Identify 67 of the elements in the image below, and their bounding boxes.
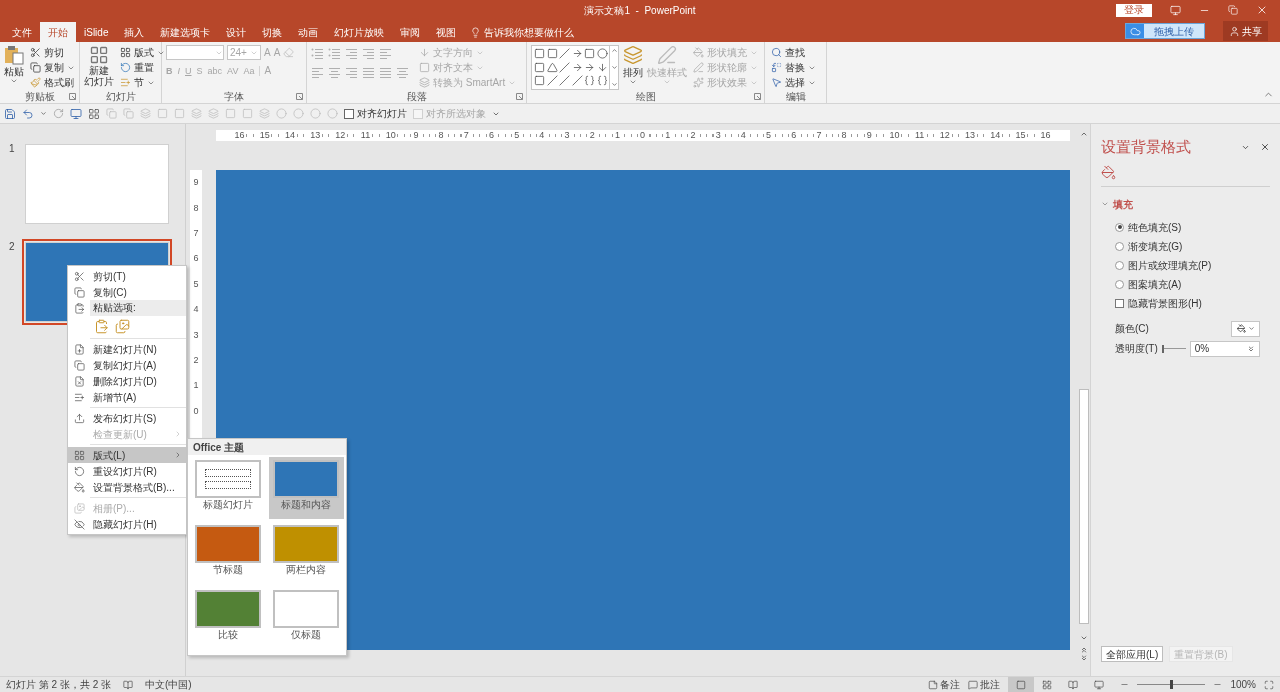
ruler-number: 4 xyxy=(193,305,199,315)
ruler-number: 6 xyxy=(790,130,798,141)
ruler-number: 3 xyxy=(193,330,199,340)
slide-number: 2 xyxy=(8,240,16,254)
ruler-number: 12 xyxy=(938,130,951,141)
ruler-number: 1 xyxy=(613,130,621,141)
checkbox-label: 对齐所选对象 xyxy=(426,107,486,121)
ruler-number: 0 xyxy=(193,406,199,416)
group-label: 段落 xyxy=(406,91,427,102)
ruler-number: 4 xyxy=(739,130,747,141)
ruler-number: 4 xyxy=(538,130,546,141)
ruler-number: 16 xyxy=(1039,130,1052,141)
group-label: 剪贴板 xyxy=(24,91,55,102)
ruler-number: 7 xyxy=(815,130,823,141)
ruler-number: 16 xyxy=(233,130,246,141)
ruler-number: 14 xyxy=(283,130,296,141)
radio-label: 图片或纹理填充(P) xyxy=(1128,258,1212,273)
ruler-number: 3 xyxy=(563,130,571,141)
ruler-number: 9 xyxy=(412,130,420,141)
ruler-number: 5 xyxy=(193,279,199,289)
group-label: 幻灯片 xyxy=(105,91,136,102)
menu-header: 粘贴选项: xyxy=(90,300,186,316)
ruler-number: 1 xyxy=(193,381,199,391)
checkbox-label: 隐藏背景图形(H) xyxy=(1128,296,1202,311)
radio-label: 纯色填充(S) xyxy=(1128,220,1182,235)
checkbox-label: 对齐幻灯片 xyxy=(357,107,407,121)
slide-count: 幻灯片 第 2 张，共 2 张 xyxy=(6,678,111,692)
ruler-number: 15 xyxy=(1014,130,1027,141)
ruler-number: 14 xyxy=(989,130,1002,141)
ruler-number: 12 xyxy=(334,130,347,141)
ruler-number: 8 xyxy=(193,203,199,213)
new-slide-label: 新建 xyxy=(89,65,109,76)
ruler-number: 1 xyxy=(664,130,672,141)
slide-number: 1 xyxy=(8,142,16,156)
ruler-number: 2 xyxy=(193,355,199,365)
ruler-number: 3 xyxy=(714,130,722,141)
ruler-number: 13 xyxy=(964,130,977,141)
ruler-number: 8 xyxy=(840,130,848,141)
radio-label: 渐变填充(G) xyxy=(1128,239,1183,254)
group-label: 编辑 xyxy=(785,91,806,102)
ruler-number: 6 xyxy=(487,130,495,141)
new-slide-label: 幻灯片 xyxy=(84,76,114,87)
color-label: 颜色(C) xyxy=(1115,322,1149,336)
ruler-number: 10 xyxy=(888,130,901,141)
ruler-number: 9 xyxy=(865,130,873,141)
ruler-number: 7 xyxy=(462,130,470,141)
radio-label: 图案填充(A) xyxy=(1128,277,1182,292)
ruler-number: 5 xyxy=(513,130,521,141)
pane-title: 设置背景格式 xyxy=(1101,137,1191,157)
transparency-label: 透明度(T) xyxy=(1115,342,1158,356)
submenu-title: Office 主题 xyxy=(193,440,245,455)
group-label: 绘图 xyxy=(635,91,656,102)
ruler-number: 9 xyxy=(193,178,199,188)
ruler-number: 5 xyxy=(765,130,773,141)
ruler-number: 11 xyxy=(359,130,372,141)
ruler-number: 7 xyxy=(193,228,199,238)
ruler-number: 13 xyxy=(309,130,322,141)
ruler-number: 2 xyxy=(689,130,697,141)
ruler-number: 10 xyxy=(384,130,397,141)
ruler-number: 2 xyxy=(588,130,596,141)
ruler-number: 8 xyxy=(437,130,445,141)
ruler-number: 15 xyxy=(258,130,271,141)
ruler-number: 0 xyxy=(639,130,647,141)
ruler-number: 11 xyxy=(914,130,926,141)
group-label: 字体 xyxy=(224,91,244,102)
window-title: 演示文稿1 - PowerPoint xyxy=(584,3,696,18)
ruler-number: 6 xyxy=(193,254,199,264)
